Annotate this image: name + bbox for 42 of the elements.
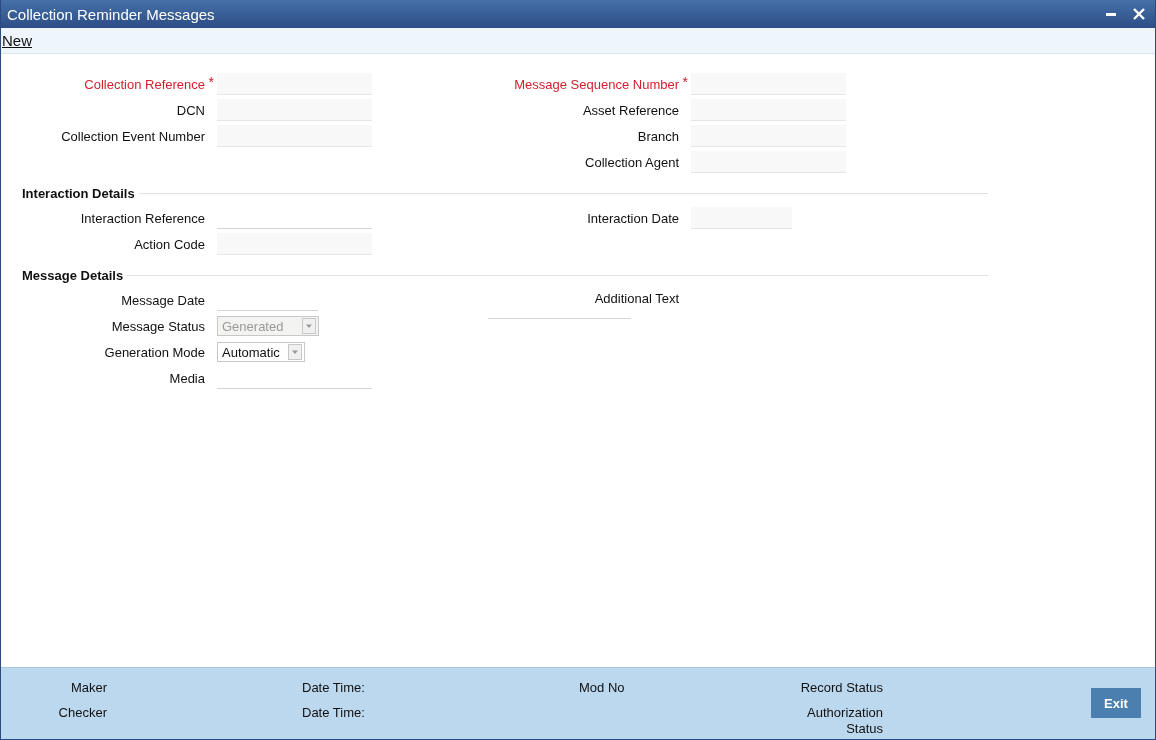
- dropdown[interactable]: Automatic: [217, 342, 305, 362]
- audit-label: Authorization Status: [806, 705, 883, 737]
- window-title: Collection Reminder Messages: [7, 5, 216, 23]
- field-label: Collection Agent: [585, 154, 679, 170]
- input-field[interactable]: [691, 73, 846, 95]
- section-title: Message Details: [22, 267, 124, 283]
- field-label: Branch: [637, 128, 679, 144]
- audit-label: Checker: [58, 705, 107, 721]
- input-field[interactable]: [691, 207, 792, 229]
- field-label: Collection Event Number: [61, 128, 205, 144]
- input-field[interactable]: [691, 99, 846, 121]
- field-label: Interaction Reference: [80, 210, 205, 226]
- field-label: Message Date: [121, 292, 205, 308]
- audit-label: Maker: [70, 680, 107, 696]
- audit-label: Date Time:: [302, 705, 366, 721]
- caret-icon: [287, 344, 302, 360]
- caret-icon: [302, 318, 316, 334]
- input-field[interactable]: [217, 73, 372, 95]
- field-label: Interaction Date: [587, 210, 679, 226]
- field-label: Collection Reference: [84, 76, 205, 92]
- input-field[interactable]: [217, 233, 372, 255]
- audit-label: Mod No: [579, 680, 626, 696]
- field-label: Additional Text: [594, 291, 679, 306]
- field-label: Action Code: [134, 236, 205, 252]
- required-mark: *: [208, 73, 214, 90]
- input-field[interactable]: [691, 151, 846, 173]
- input-field[interactable]: [217, 99, 372, 121]
- new-link[interactable]: New: [1, 32, 32, 49]
- section-title: Interaction Details: [22, 185, 135, 201]
- audit-label: Date Time:: [302, 680, 366, 696]
- input-field[interactable]: [691, 125, 846, 147]
- input-field[interactable]: [217, 125, 372, 147]
- audit-label: Record Status: [799, 680, 883, 696]
- field-label: Media: [169, 370, 205, 386]
- close-icon[interactable]: [1133, 8, 1145, 20]
- field-label: DCN: [176, 102, 205, 118]
- field-label: Generation Mode: [104, 344, 205, 360]
- exit-button[interactable]: Exit: [1091, 688, 1141, 718]
- field-label: Message Sequence Number: [514, 76, 679, 92]
- required-mark: *: [682, 73, 688, 90]
- field-label: Asset Reference: [582, 102, 679, 118]
- field-label: Message Status: [111, 318, 205, 334]
